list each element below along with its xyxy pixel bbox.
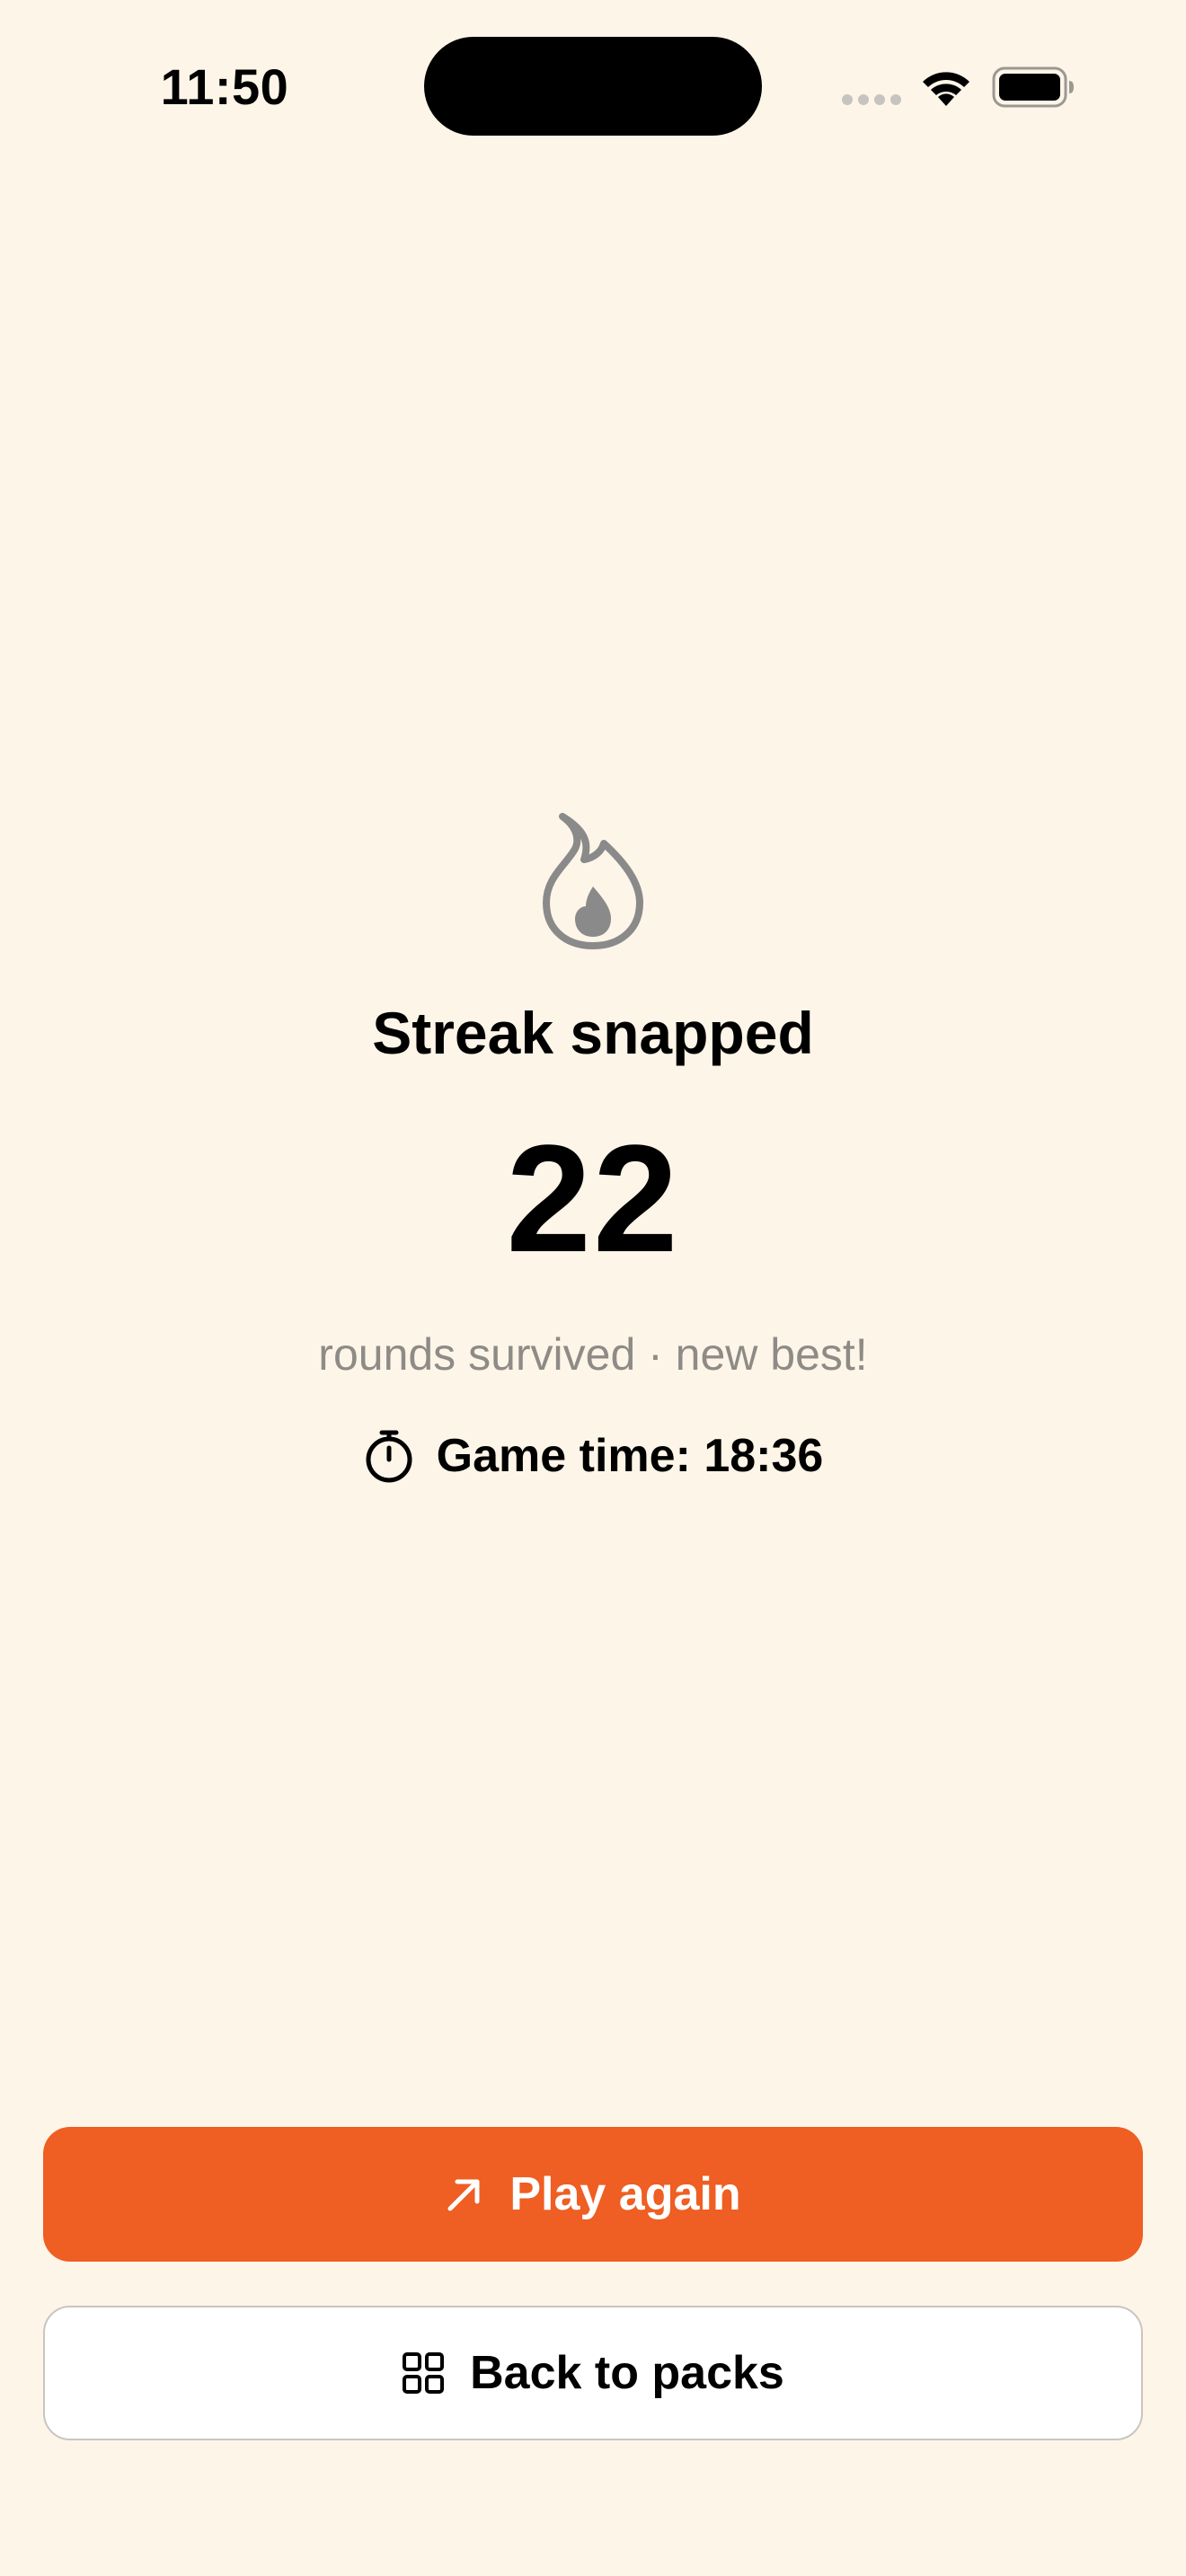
status-bar: 11:50 (0, 0, 1186, 180)
play-again-label: Play again (509, 2168, 741, 2220)
dynamic-island (424, 37, 762, 136)
streak-count: 22 (506, 1114, 680, 1284)
back-to-packs-label: Back to packs (470, 2347, 784, 2399)
result-subtitle: rounds survived · new best! (318, 1329, 868, 1380)
game-time-label: Game time: 18:36 (436, 1430, 824, 1482)
back-to-packs-button[interactable]: Back to packs (43, 2306, 1143, 2440)
play-again-button[interactable]: Play again (43, 2127, 1143, 2262)
game-time-row: Game time: 18:36 (0, 1426, 1186, 1486)
status-time: 11:50 (160, 58, 289, 115)
stopwatch-icon (363, 1428, 415, 1484)
wifi-icon (918, 65, 974, 112)
arrow-up-right-icon (445, 2175, 484, 2214)
cellular-signal-icon (841, 93, 902, 110)
flame-icon (539, 813, 647, 954)
result-title: Streak snapped (372, 1000, 814, 1066)
battery-icon (992, 66, 1075, 112)
grid-icon (402, 2351, 445, 2395)
